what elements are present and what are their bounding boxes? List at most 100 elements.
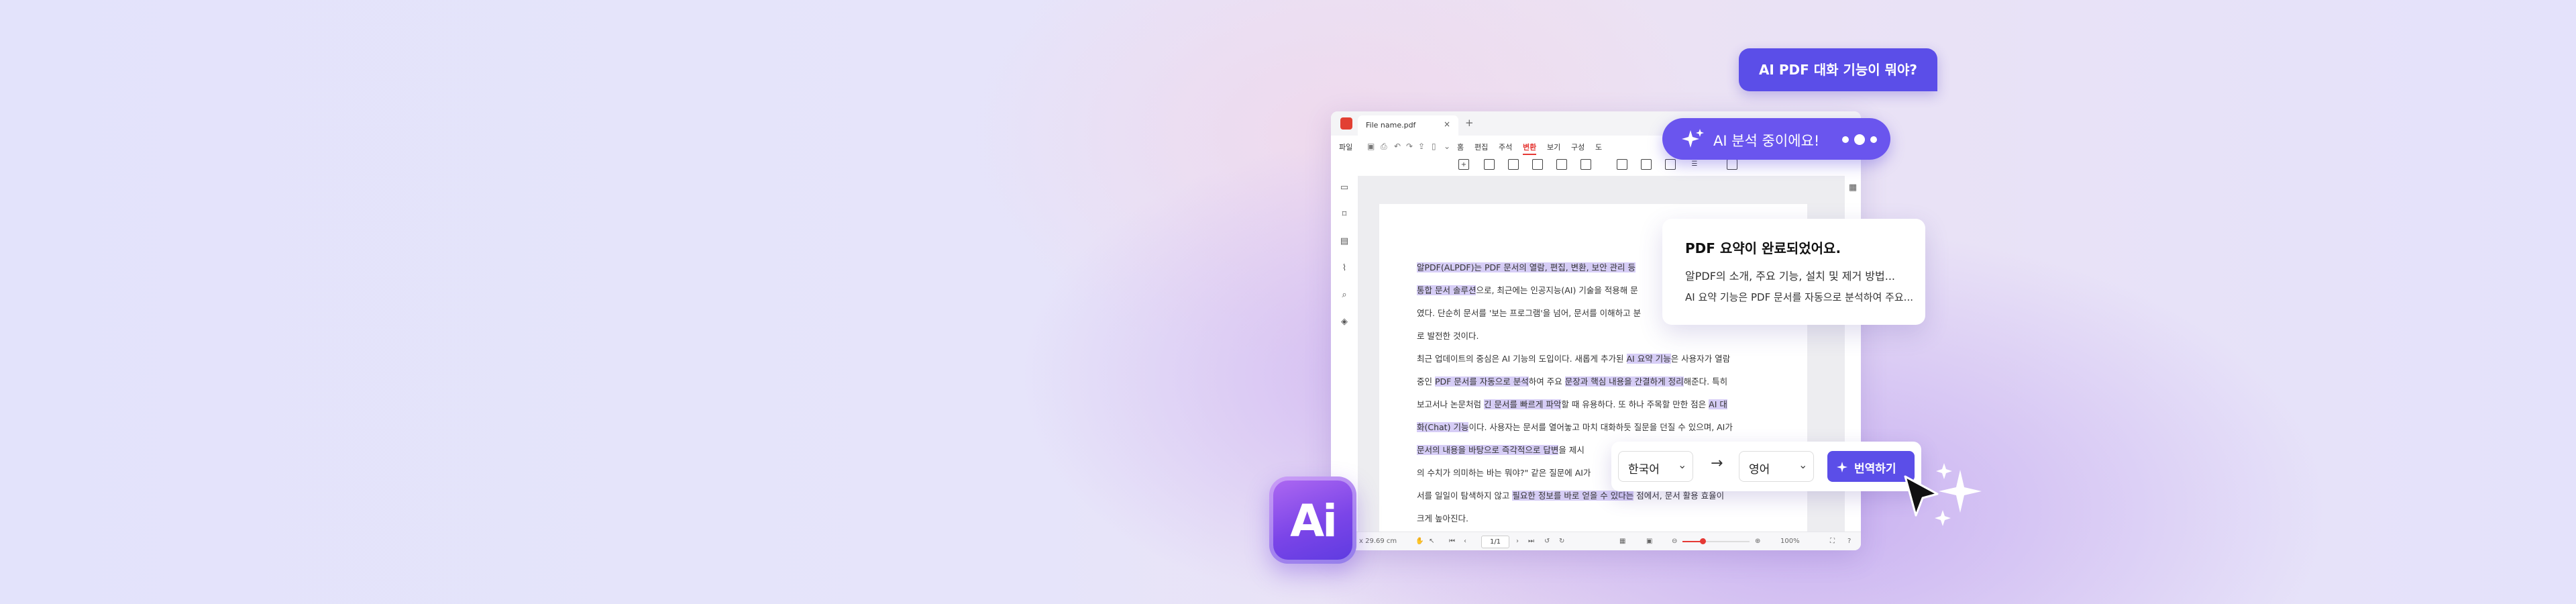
prev-page-icon[interactable]: ‹ [1464,538,1466,545]
convert-image-icon[interactable] [1556,159,1567,170]
sparkle-icon [1682,129,1704,148]
zoom-in-icon[interactable]: ⊕ [1755,538,1760,545]
menu-home[interactable]: 홈 [1457,142,1464,152]
convert-epub-icon[interactable] [1665,159,1676,170]
translate-button-label: 번역하기 [1854,462,1896,476]
first-page-icon[interactable]: ⏮ [1449,538,1455,545]
convert-ppt-icon[interactable] [1532,159,1543,170]
bookmark-icon[interactable]: ▯ [1432,142,1436,151]
document-line: 의 수치가 의미하는 바는 뭐야?" 같은 질문에 AI가 [1417,466,1591,479]
target-language: 영어 [1749,463,1770,476]
document-line: 통합 문서 솔루션으로, 최근에는 인공지능(AI) 기술을 적용해 문 [1417,283,1638,296]
chevron-down-icon: ⌄ [1678,458,1687,471]
document-line: 로 발전한 것이다. [1417,329,1479,342]
summary-title: PDF 요약이 완료되었어요. [1685,240,1841,256]
summary-line: 알PDF의 소개, 주요 기능, 설치 및 제거 방법... [1685,270,1896,283]
arrow-right-icon: → [1711,455,1723,472]
more-icon[interactable]: ⌄ [1444,142,1450,151]
page-number-input[interactable]: 1/1 [1481,536,1509,548]
rotate-right-icon[interactable]: ↻ [1559,538,1564,545]
view-mode-icon[interactable]: ▦ [1619,538,1625,545]
settings-icon[interactable] [1727,159,1737,170]
document-tab[interactable]: File name.pdf × [1358,115,1458,136]
select-tool-icon[interactable]: ↖ [1429,538,1434,545]
document-line: 화(Chat) 기능이다. 사용자는 문서를 열어놓고 마치 대화하듯 질문을 … [1417,420,1733,433]
layers-icon[interactable]: ◈ [1339,317,1350,328]
text-segment: 서를 일일이 탐색하지 않고 [1417,491,1513,501]
new-tab-icon[interactable]: + [1465,117,1474,129]
zoom-value[interactable]: 100% [1780,538,1800,545]
thumbnail-icon[interactable]: ▭ [1339,183,1350,193]
save-icon[interactable]: ▣ [1367,142,1375,151]
highlighted-text: 알PDF(ALPDF)는 PDF 문서의 열람, 편집, 변환, 보안 관리 등 [1417,262,1636,272]
menu-file[interactable]: 파일 [1339,142,1352,152]
menu-organize[interactable]: 구성 [1571,142,1585,152]
next-page-icon[interactable]: › [1516,538,1519,545]
ai-question-bubble: AI PDF 대화 기능이 뭐야? [1739,48,1937,91]
convert-excel-icon[interactable] [1508,159,1519,170]
menu-edit[interactable]: 편집 [1474,142,1488,152]
document-line: 크게 높아진다. [1417,511,1468,524]
search-icon[interactable]: ⌕ [1339,290,1350,301]
share-icon[interactable]: ⇪ [1418,142,1425,151]
document-line: 문서의 내용을 바탕으로 즉각적으로 답변을 제시 [1417,443,1585,456]
text-segment: 이다. 사용자는 문서를 열어놓고 마치 대화하듯 질문을 던질 수 있으며, … [1468,422,1733,432]
loading-dot [1842,136,1849,143]
attachment-icon[interactable]: ⌇ [1339,263,1350,274]
chevron-down-icon: ⌄ [1799,458,1808,471]
last-page-icon[interactable]: ⏭ [1528,538,1534,545]
translate-panel: 한국어 ⌄ → 영어 ⌄ 번역하기 [1611,442,1921,491]
loading-dot [1870,136,1877,143]
undo-icon[interactable]: ↶ [1394,142,1401,151]
fullscreen-icon[interactable]: ⛶ [1830,538,1835,545]
text-segment: 중인 [1417,376,1435,387]
ai-panel-icon[interactable]: ▦ [1847,183,1858,193]
document-line: 보고서나 논문처럼 긴 문서를 빠르게 파악할 때 유용하다. 또 하나 주목할… [1417,397,1727,410]
comment-icon[interactable]: ▤ [1339,236,1350,247]
convert-hwp-icon[interactable] [1580,159,1591,170]
highlighted-text: 화(Chat) 기능 [1417,422,1469,432]
target-language-select[interactable]: 영어 ⌄ [1739,451,1814,482]
highlighted-text: AI 요약 기능 [1626,354,1671,364]
summary-line: AI 요약 기능은 PDF 문서를 자동으로 분석하여 주요... [1685,291,1913,303]
zoom-out-icon[interactable]: ⊖ [1672,538,1677,545]
rotate-left-icon[interactable]: ↺ [1544,538,1550,545]
text-segment: 로 발전한 것이다. [1417,331,1479,341]
text-segment: 최근 업데이트의 중심은 AI 기능의 도입이다. 새롭게 추가된 [1417,354,1627,364]
text-segment: 보고서나 논문처럼 [1417,399,1484,409]
text-segment: 점에서, 문서 활용 효율이 [1633,491,1725,501]
document-line: 중인 PDF 문서를 자동으로 분석하여 주요 문장과 핵심 내용을 간결하게 … [1417,374,1727,387]
highlighted-text: 긴 문서를 빠르게 파악 [1483,399,1562,409]
translate-button[interactable]: 번역하기 [1827,451,1915,482]
highlighted-text: 통합 문서 솔루션 [1417,285,1477,295]
list-icon[interactable]: ☰ [1689,159,1700,170]
text-segment: 으로, 최근에는 인공지능(AI) 기술을 적용해 문 [1476,285,1638,295]
menu-annotate[interactable]: 주석 [1499,142,1512,152]
hand-tool-icon[interactable]: ✋ [1415,538,1424,545]
document-line: 였다. 단순히 문서를 '보는 프로그램'을 넘어, 문서를 이해하고 분 [1417,306,1641,319]
tab-close-icon[interactable]: × [1444,119,1450,129]
menu-view[interactable]: 보기 [1547,142,1560,152]
highlighted-text: 문장과 핵심 내용을 간결하게 정리 [1564,376,1684,387]
zoom-slider[interactable] [1682,538,1750,544]
create-pdf-icon[interactable]: + [1458,159,1469,170]
print-icon[interactable]: ⎙ [1381,142,1387,152]
convert-html-icon[interactable] [1641,159,1652,170]
text-segment: 였다. 단순히 문서를 '보는 프로그램'을 넘어, 문서를 이해하고 분 [1417,308,1642,318]
text-segment: 크게 높아진다. [1417,513,1468,523]
menu-convert[interactable]: 변환 [1523,142,1537,155]
bookmark-panel-icon[interactable]: ⌑ [1339,209,1350,220]
source-language-select[interactable]: 한국어 ⌄ [1618,451,1693,482]
zoom-slider-knob[interactable] [1700,538,1706,544]
menu-tools[interactable]: 도 [1595,142,1602,152]
convert-word-icon[interactable] [1484,159,1495,170]
text-segment: 의 수치가 의미하는 바는 뭐야?" 같은 질문에 AI가 [1417,468,1591,478]
ai-summary-card[interactable]: PDF 요약이 완료되었어요. 알PDF의 소개, 주요 기능, 설치 및 제거… [1662,219,1925,325]
ai-analyzing-status: AI 분석 중이에요! [1662,118,1890,160]
redo-icon[interactable]: ↷ [1406,142,1413,151]
convert-text-icon[interactable] [1617,159,1627,170]
source-language: 한국어 [1628,463,1660,476]
help-icon[interactable]: ? [1847,538,1851,545]
text-segment: 을 제시 [1558,445,1585,455]
fit-page-icon[interactable]: ▣ [1646,538,1652,545]
